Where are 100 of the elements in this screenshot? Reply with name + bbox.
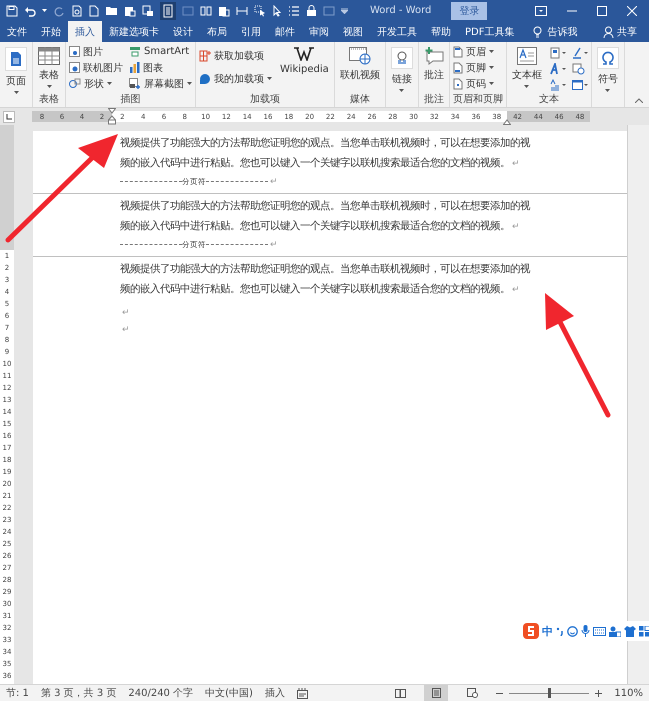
object-icon[interactable] — [572, 79, 588, 91]
columns-icon[interactable] — [200, 6, 212, 16]
zoom-in-icon[interactable] — [595, 690, 602, 696]
input-mode-label[interactable]: 中 — [542, 624, 553, 638]
symbol-button[interactable]: 符号 — [594, 44, 621, 95]
maximize-icon[interactable] — [597, 6, 607, 16]
text-box-button[interactable]: 文本框 — [510, 44, 544, 91]
wordart-icon[interactable] — [550, 63, 566, 75]
ribbon-tab[interactable]: 布局 — [200, 21, 234, 42]
smiley-icon[interactable] — [567, 626, 578, 636]
punctuation-icon[interactable] — [556, 626, 564, 636]
ribbon-display-icon[interactable] — [535, 6, 547, 16]
page-icon — [452, 46, 463, 58]
ribbon-tab[interactable]: 设计 — [166, 21, 200, 42]
group-label: 页眉和页脚 — [452, 94, 503, 107]
ribbon-tab[interactable]: 邮件 — [268, 21, 302, 42]
spacing-icon[interactable] — [236, 4, 248, 16]
ribbon-tab[interactable]: 开发工具 — [370, 21, 424, 42]
caret-icon[interactable] — [42, 8, 47, 12]
online-pictures-button[interactable]: 联机图片 — [69, 60, 123, 75]
print-preview-icon[interactable] — [71, 4, 83, 16]
login-button[interactable]: 登录 — [451, 2, 488, 20]
comment-button[interactable]: 批注 — [422, 44, 446, 85]
ime-logo-icon[interactable] — [523, 623, 539, 639]
minimize-icon[interactable] — [567, 10, 577, 12]
store-icon — [199, 50, 211, 62]
zoom-slider-thumb[interactable] — [548, 688, 552, 698]
status-text[interactable]: 240/240 个字 — [128, 686, 194, 700]
indent-marker-icon[interactable] — [108, 108, 116, 125]
pictures-button[interactable]: 图片 — [69, 44, 123, 59]
link-button[interactable]: 链接 — [388, 44, 415, 95]
new-document-icon[interactable] — [89, 4, 99, 16]
pages-button[interactable]: 页面 — [3, 44, 29, 97]
share-button[interactable]: 共享 — [617, 24, 637, 38]
shirt-icon[interactable] — [624, 626, 636, 636]
selection-icon[interactable] — [254, 4, 266, 16]
smartart-button[interactable]: SmartArt — [129, 44, 192, 59]
person-icon[interactable] — [603, 26, 614, 38]
tab-stop-icon[interactable] — [3, 110, 15, 122]
status-text[interactable]: 中文(中国) — [205, 686, 253, 700]
paragraph-mark: ↵ — [122, 308, 130, 318]
ribbon-tab[interactable]: 开始 — [34, 21, 68, 42]
list-icon[interactable] — [288, 4, 300, 16]
chart-button[interactable]: 图表 — [129, 60, 192, 75]
get-addins-button[interactable]: 获取加载项 — [199, 48, 272, 63]
macro-recording-icon[interactable] — [296, 688, 308, 698]
ribbon-tab[interactable]: 新建选项卡 — [102, 21, 166, 42]
text-box-icon — [516, 47, 537, 65]
lock-icon[interactable] — [306, 4, 317, 16]
screenshot-button[interactable]: 屏幕截图 — [129, 76, 192, 91]
tell-me-field[interactable]: 告诉我 — [547, 24, 578, 38]
status-text[interactable]: 节: 1 — [6, 686, 29, 700]
ribbon-tab[interactable]: 审阅 — [302, 21, 336, 42]
redo-icon[interactable] — [53, 4, 65, 16]
ribbon-tab[interactable]: 插入 — [68, 21, 102, 42]
header-footer-button[interactable]: 页码 — [452, 76, 494, 91]
view-mode-button[interactable] — [424, 685, 448, 701]
my-addins-button[interactable]: 我的加载项 — [199, 71, 272, 86]
ribbon-tab[interactable]: 视图 — [336, 21, 370, 42]
customize-caret-icon[interactable] — [341, 8, 348, 14]
caret-icon — [46, 85, 52, 88]
ribbon-tab[interactable]: 文件 — [0, 21, 34, 42]
bar-chart-icon — [129, 62, 140, 73]
grid-icon[interactable] — [639, 626, 649, 636]
wikipedia-button[interactable]: Wikipedia — [278, 44, 331, 78]
ime-toolbar[interactable]: 中 — [520, 621, 649, 641]
close-icon[interactable] — [627, 6, 637, 16]
zoom-level-text[interactable]: 110% — [614, 688, 643, 698]
keyboard-icon[interactable] — [593, 626, 606, 636]
signature-line-icon[interactable] — [572, 47, 588, 59]
paragraph-mark: ↵ — [122, 325, 130, 335]
quick-parts-icon[interactable] — [550, 47, 566, 59]
ribbon-tab[interactable]: 引用 — [234, 21, 268, 42]
document-icon[interactable] — [160, 2, 176, 20]
header-footer-button[interactable]: 页眉 — [452, 44, 494, 59]
shapes-button[interactable]: 形状 — [69, 76, 123, 91]
omega-icon — [596, 47, 619, 69]
online-video-button[interactable]: 联机视频 — [338, 44, 382, 85]
status-text[interactable]: 第 3 页，共 3 页 — [40, 686, 116, 700]
page-icon — [5, 47, 27, 71]
page-icon — [452, 78, 463, 90]
scrollbar[interactable] — [627, 125, 649, 684]
header-footer-button[interactable]: 页脚 — [452, 60, 494, 75]
ribbon-tab[interactable]: PDF工具集 — [458, 21, 522, 42]
microphone-icon[interactable] — [581, 625, 590, 637]
screenshot-icon[interactable] — [142, 4, 154, 16]
clipboard-icon[interactable] — [124, 4, 136, 16]
status-text[interactable]: 插入 — [264, 686, 285, 700]
table-button[interactable]: 表格 — [36, 44, 62, 91]
save-icon[interactable] — [6, 4, 18, 16]
collapse-ribbon-icon[interactable] — [635, 98, 643, 103]
paste-icon[interactable] — [218, 4, 230, 16]
undo-icon[interactable] — [24, 4, 36, 16]
table-icon — [38, 47, 60, 65]
pointer-icon[interactable] — [272, 4, 282, 16]
lightbulb-icon[interactable] — [533, 26, 542, 38]
ribbon-tab[interactable]: 帮助 — [424, 21, 458, 42]
drop-cap-icon[interactable] — [550, 79, 566, 91]
user-icon[interactable] — [609, 626, 621, 636]
folder-icon[interactable] — [105, 5, 118, 16]
